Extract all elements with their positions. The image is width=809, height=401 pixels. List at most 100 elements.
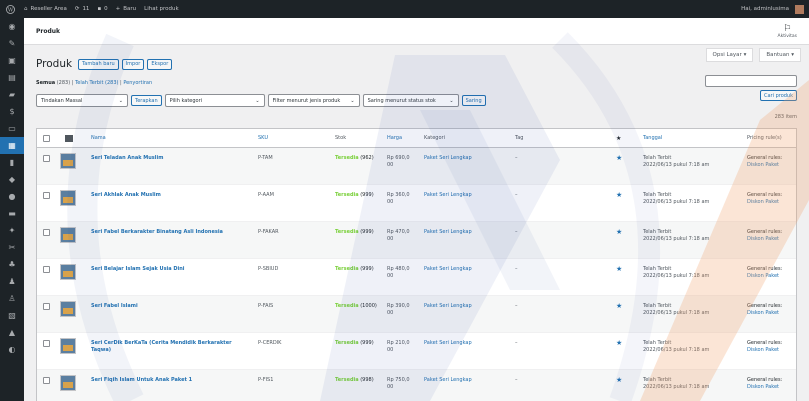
profile-icon[interactable]: ♙ [0, 290, 24, 307]
featured-star-icon[interactable]: ★ [616, 135, 621, 142]
row-checkbox[interactable] [43, 192, 50, 199]
rule-link[interactable]: Diskon Paket [747, 384, 782, 391]
featured-star-icon[interactable]: ★ [616, 229, 622, 236]
search-button[interactable]: Cari produk [759, 90, 797, 101]
category-link[interactable]: Paket Seri Lengkap [424, 266, 472, 273]
category-link[interactable]: Paket Seri Lengkap [424, 340, 472, 347]
table-row[interactable]: Seri Teladan Anak Muslim P-TAM Tersedia (9… [37, 148, 796, 185]
screen-options-label: Opsi Layar [712, 52, 742, 58]
import-button[interactable]: Impor [121, 58, 145, 70]
table-row[interactable]: Seri Fiqih Islam Untuk Anak Paket 1 P-FIS… [37, 370, 796, 401]
filter-button[interactable]: Saring [461, 95, 486, 106]
pin-icon[interactable]: ✎ [0, 35, 24, 52]
media-icon[interactable]: ▣ [0, 52, 24, 69]
activity-button[interactable]: ⚐ Aktivitas [778, 24, 797, 39]
row-checkbox[interactable] [43, 155, 50, 162]
product-thumbnail[interactable] [60, 338, 76, 354]
woocommerce-icon[interactable]: $ [0, 103, 24, 120]
featured-star-icon[interactable]: ★ [616, 155, 622, 162]
featured-star-icon[interactable]: ★ [616, 192, 622, 199]
stock-status-select[interactable]: Saring menurut status stok ⌄ [362, 94, 459, 107]
product-name-link[interactable]: Seri Fabel Berkarakter Binatang Asli Ind… [91, 229, 241, 236]
updates-link[interactable]: ⟳ 11 [75, 6, 90, 12]
help-tab[interactable]: Bantuan ▾ [759, 48, 801, 62]
featured-star-icon[interactable]: ★ [616, 303, 622, 310]
product-name-link[interactable]: Seri Belajar Islam Sejak Usia Dini [91, 266, 241, 273]
row-checkbox[interactable] [43, 229, 50, 236]
table-row[interactable]: Seri Belajar Islam Sejak Usia Dini P-SBIU… [37, 259, 796, 296]
products-icon[interactable]: ▦ [0, 137, 24, 154]
tools-icon[interactable]: ✂ [0, 239, 24, 256]
apply-button[interactable]: Terapkan [131, 95, 162, 106]
category-link[interactable]: Paket Seri Lengkap [424, 377, 472, 384]
product-name-link[interactable]: Seri CerDik BerKaTa (Cerita Mendidik Ber… [91, 340, 241, 354]
rule-link[interactable]: Diskon Paket [747, 236, 782, 243]
col-name[interactable]: Nama [91, 135, 241, 142]
row-checkbox[interactable] [43, 377, 50, 384]
comments-icon[interactable]: ▰ [0, 86, 24, 103]
search-input[interactable] [705, 75, 797, 87]
user-icon[interactable]: ♟ [0, 273, 24, 290]
product-name-link[interactable]: Seri Fiqih Islam Untuk Anak Paket 1 [91, 377, 241, 384]
product-name-link[interactable]: Seri Fabel Islami [91, 303, 241, 310]
view-products-link[interactable]: Lihat produk [144, 6, 179, 12]
screen-options-tab[interactable]: Opsi Layar ▾ [705, 48, 754, 62]
row-checkbox[interactable] [43, 340, 50, 347]
reports-icon[interactable]: ▧ [0, 307, 24, 324]
new-content-link[interactable]: + Baru [116, 6, 137, 12]
product-thumbnail[interactable] [60, 227, 76, 243]
product-thumbnail[interactable] [60, 301, 76, 317]
rule-link[interactable]: Diskon Paket [747, 162, 782, 169]
rule-link[interactable]: Diskon Paket [747, 310, 782, 317]
comments-link[interactable]: ▪ 0 [97, 6, 107, 12]
wordpress-logo-icon[interactable]: W [0, 4, 20, 14]
category-link[interactable]: Paket Seri Lengkap [424, 192, 472, 199]
product-thumbnail[interactable] [60, 264, 76, 280]
users-icon[interactable]: ✦ [0, 222, 24, 239]
marketing-icon[interactable]: ◆ [0, 171, 24, 188]
col-date[interactable]: Tanggal [643, 135, 662, 142]
col-price[interactable]: Harga [387, 135, 419, 142]
product-type-select[interactable]: Filter menurut jenis produk ⌄ [267, 94, 360, 107]
table-row[interactable]: Seri Fabel Berkarakter Binatang Asli Ind… [37, 222, 796, 259]
row-checkbox[interactable] [43, 266, 50, 273]
rule-link[interactable]: Diskon Paket [747, 273, 782, 280]
table-row[interactable]: Seri Akhlak Anak Muslim P-AAM Tersedia (99… [37, 185, 796, 222]
rule-link[interactable]: Diskon Paket [747, 347, 782, 354]
product-thumbnail[interactable] [60, 153, 76, 169]
shop-icon[interactable]: ▲ [0, 324, 24, 341]
dashboard-icon[interactable]: ◉ [0, 18, 24, 35]
collapse-icon[interactable]: ◐ [0, 341, 24, 358]
col-sku[interactable]: SKU [258, 135, 268, 142]
rule-link[interactable]: Diskon Paket [747, 199, 782, 206]
category-link[interactable]: Paket Seri Lengkap [424, 229, 472, 236]
pages-icon[interactable]: ▤ [0, 69, 24, 86]
view-published[interactable]: Telah Terbit (283) [75, 80, 118, 86]
view-sorting[interactable]: Penyortiran [123, 80, 152, 86]
site-name-link[interactable]: ⌂ Reseller Area [24, 6, 67, 12]
category-select[interactable]: Pilih kategori ⌄ [164, 94, 265, 107]
orders-icon[interactable]: ▭ [0, 120, 24, 137]
featured-star-icon[interactable]: ★ [616, 266, 622, 273]
plugins-icon[interactable]: ▬ [0, 205, 24, 222]
table-row[interactable]: Seri Fabel Islami P-FAIS Tersedia (1000) Rp… [37, 296, 796, 333]
featured-star-icon[interactable]: ★ [616, 377, 622, 384]
product-thumbnail[interactable] [60, 375, 76, 391]
select-all-checkbox[interactable] [43, 135, 50, 142]
table-row[interactable]: Seri CerDik BerKaTa (Cerita Mendidik Ber… [37, 333, 796, 370]
appearance-icon[interactable]: ● [0, 188, 24, 205]
analytics-icon[interactable]: ▮ [0, 154, 24, 171]
category-link[interactable]: Paket Seri Lengkap [424, 303, 472, 310]
product-name-link[interactable]: Seri Akhlak Anak Muslim [91, 192, 241, 199]
row-checkbox[interactable] [43, 303, 50, 310]
bulk-action-select[interactable]: Tindakan Massal ⌄ [36, 94, 128, 107]
product-name-link[interactable]: Seri Teladan Anak Muslim [91, 155, 241, 162]
export-button[interactable]: Ekspor [147, 58, 173, 70]
product-thumbnail[interactable] [60, 190, 76, 206]
my-account-link[interactable]: Hai, adminlusima [741, 4, 804, 14]
settings-icon[interactable]: ♣ [0, 256, 24, 273]
add-new-button[interactable]: Tambah baru [78, 58, 119, 70]
category-link[interactable]: Paket Seri Lengkap [424, 155, 472, 162]
view-all[interactable]: Semua [36, 80, 55, 86]
featured-star-icon[interactable]: ★ [616, 340, 622, 347]
